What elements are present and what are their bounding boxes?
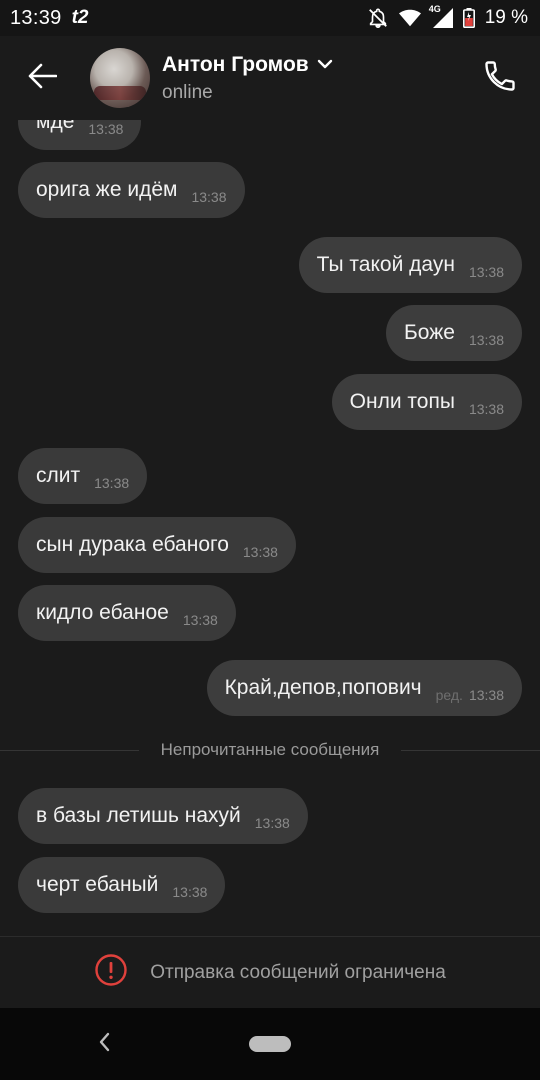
contact-info[interactable]: Антон Громов online bbox=[162, 53, 333, 104]
avatar[interactable] bbox=[90, 48, 150, 108]
message-text: орига же идём bbox=[36, 178, 178, 201]
system-nav-bar bbox=[0, 1008, 540, 1080]
chevron-left-icon bbox=[97, 1031, 111, 1058]
restricted-text: Отправка сообщений ограничена bbox=[150, 961, 446, 983]
alert-circle-icon bbox=[94, 953, 128, 992]
message-bubble[interactable]: Ты такой даун 13:38 bbox=[298, 237, 522, 293]
message-bubble[interactable]: мде 13:38 bbox=[18, 120, 142, 150]
message-bubble[interactable]: кидло ебаное 13:38 bbox=[18, 585, 236, 641]
message-text: Ты такой даун bbox=[316, 253, 455, 276]
message-text: мде bbox=[36, 120, 75, 133]
unread-divider: Непрочитанные сообщения bbox=[0, 734, 540, 766]
phone-icon bbox=[482, 58, 518, 99]
bell-off-icon bbox=[367, 7, 389, 29]
message-time: 13:38 bbox=[468, 401, 504, 417]
signal-icon: 4G bbox=[429, 4, 453, 28]
message-time: 13:38 bbox=[172, 884, 208, 900]
divider-line bbox=[0, 749, 139, 751]
chevron-down-icon bbox=[317, 56, 333, 74]
wifi-icon bbox=[398, 9, 421, 27]
message-text: кидло ебаное bbox=[36, 601, 169, 624]
arrow-left-icon bbox=[27, 63, 58, 94]
message-list[interactable]: мде 13:38 орига же идём 13:38 Ты такой д… bbox=[0, 120, 540, 936]
message-bubble[interactable]: сын дурака ебаного 13:38 bbox=[18, 517, 296, 573]
message-time: 13:38 bbox=[94, 475, 130, 491]
message-time: 13:38 bbox=[468, 332, 504, 348]
message-bubble[interactable]: черт ебаный 13:38 bbox=[18, 857, 226, 913]
edited-label: ред. bbox=[435, 687, 463, 703]
message-bubble[interactable]: орига же идём 13:38 bbox=[18, 162, 245, 218]
message-bubble[interactable]: в базы летишь нахуй 13:38 bbox=[18, 788, 308, 844]
battery-icon bbox=[462, 8, 475, 28]
chat-header: Антон Громов online bbox=[0, 36, 540, 120]
divider-line bbox=[401, 749, 540, 751]
message-bubble[interactable]: Онли топы 13:38 bbox=[331, 374, 522, 430]
message-time: 13:38 bbox=[254, 815, 290, 831]
message-text: Край,депов,попович bbox=[224, 676, 422, 699]
message-text: черт ебаный bbox=[36, 873, 159, 896]
nav-home-pill[interactable] bbox=[249, 1036, 291, 1052]
unread-label: Непрочитанные сообщения bbox=[160, 740, 380, 759]
message-text: Боже bbox=[404, 321, 455, 344]
call-button[interactable] bbox=[478, 56, 522, 100]
battery-percent: 19 % bbox=[484, 7, 528, 28]
message-time: 13:38 bbox=[468, 264, 504, 280]
back-button[interactable] bbox=[0, 36, 84, 120]
message-text: в базы летишь нахуй bbox=[36, 804, 241, 827]
message-time: 13:38 bbox=[182, 612, 218, 628]
message-bubble[interactable]: Край,депов,попович ред. 13:38 bbox=[206, 660, 522, 716]
message-time: 13:38 bbox=[88, 121, 124, 137]
status-bar: 13:39 t2 4G 19 % bbox=[0, 0, 540, 36]
network-type: 4G bbox=[428, 4, 441, 14]
message-time: 13:38 bbox=[468, 687, 504, 703]
carrier-label: t2 bbox=[71, 7, 89, 28]
message-text: слит bbox=[36, 464, 81, 487]
message-text: сын дурака ебаного bbox=[36, 533, 229, 556]
message-bubble[interactable]: слит 13:38 bbox=[18, 448, 148, 504]
message-time: 13:38 bbox=[191, 189, 227, 205]
contact-status: online bbox=[162, 81, 213, 103]
message-bubble[interactable]: Боже 13:38 bbox=[386, 305, 522, 361]
message-text: Онли топы bbox=[349, 390, 455, 413]
status-time: 13:39 bbox=[10, 6, 62, 29]
contact-name: Антон Громов bbox=[162, 52, 309, 76]
restricted-notice: Отправка сообщений ограничена bbox=[0, 936, 540, 1008]
message-time: 13:38 bbox=[242, 544, 278, 560]
nav-back-button[interactable] bbox=[92, 1030, 116, 1058]
